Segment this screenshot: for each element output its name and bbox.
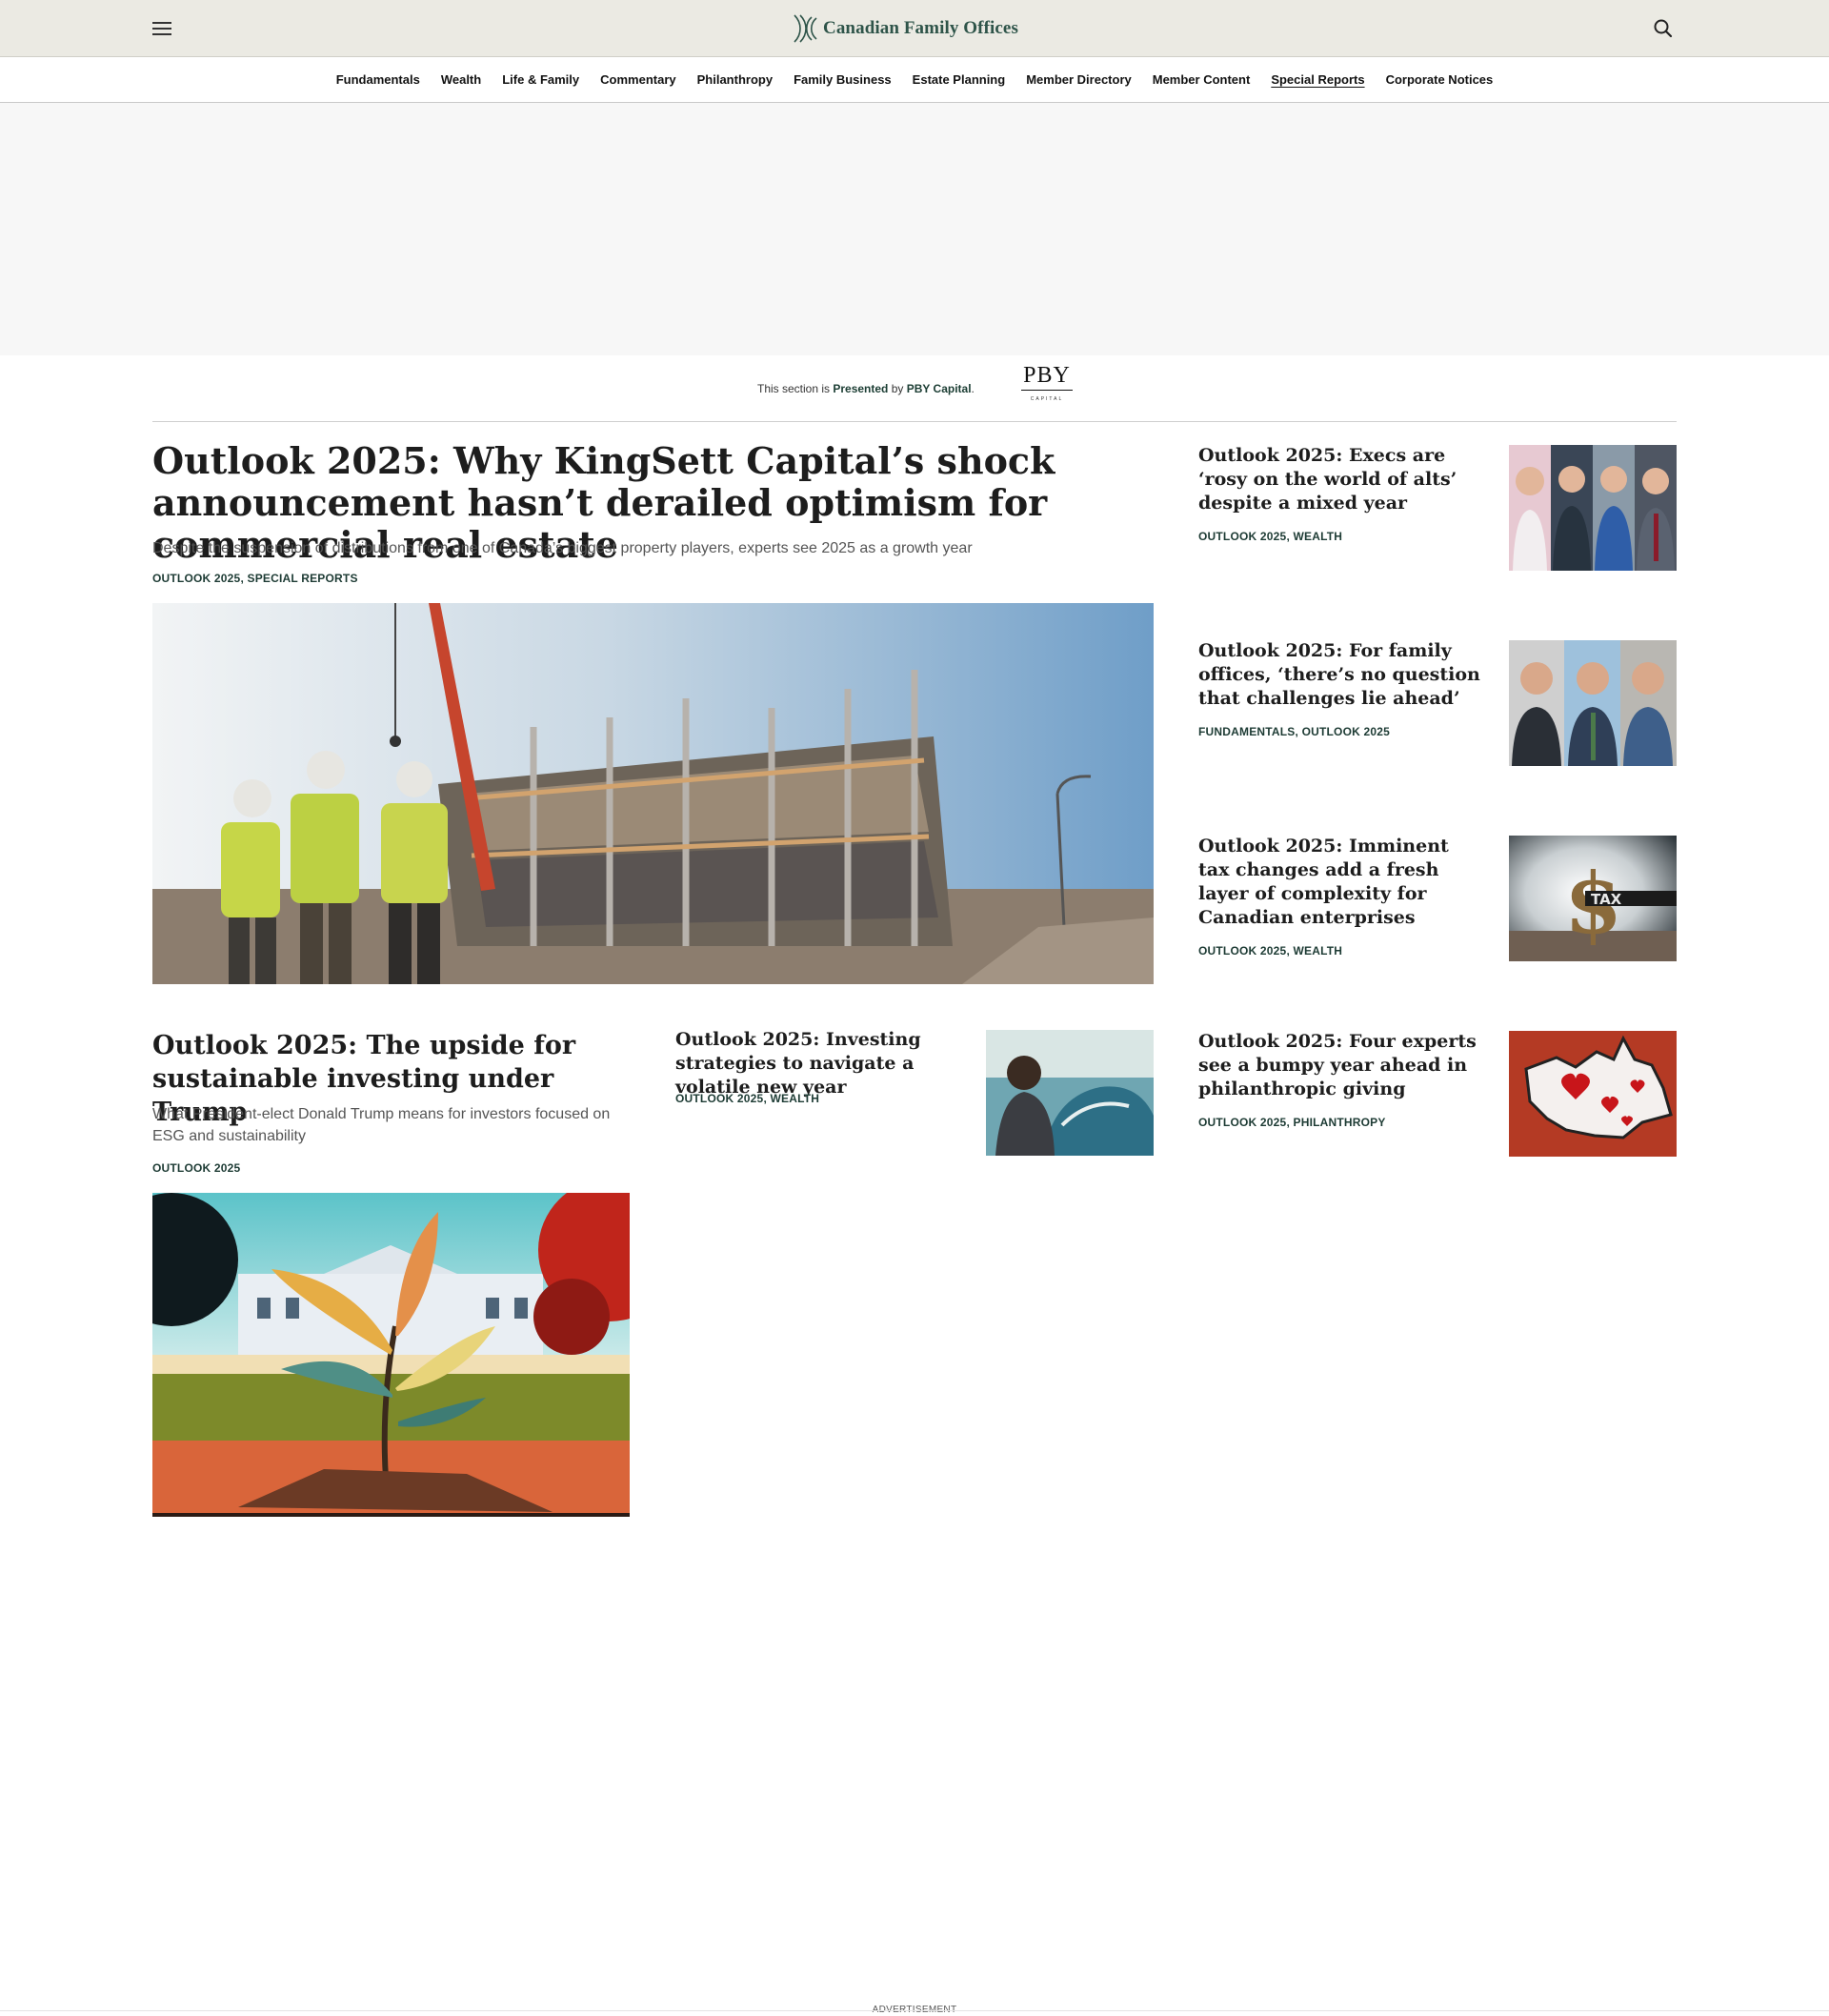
tag-link[interactable]: OUTLOOK 2025: [152, 572, 240, 585]
nav-item-philanthropy[interactable]: Philanthropy: [697, 72, 773, 87]
tag-link[interactable]: WEALTH: [1294, 944, 1343, 958]
side-thumb-three-execs[interactable]: [1509, 640, 1677, 766]
mid-thumb-investor-wave[interactable]: [986, 1030, 1154, 1156]
side-tags-3: OUTLOOK 2025, WEALTH: [1198, 944, 1343, 958]
nav-item-fundamentals[interactable]: Fundamentals: [336, 72, 420, 87]
side-thumb-canada-hearts[interactable]: [1509, 1031, 1677, 1157]
tag-link[interactable]: OUTLOOK 2025: [675, 1092, 763, 1105]
nav-item-family-business[interactable]: Family Business: [794, 72, 892, 87]
site-header: Canadian Family Offices: [0, 0, 1829, 57]
main-nav: Fundamentals Wealth Life & Family Commen…: [0, 57, 1829, 103]
side-headline-4[interactable]: Outlook 2025: Four experts see a bumpy y…: [1198, 1030, 1484, 1101]
sponsor-presented: Presented: [833, 382, 889, 395]
mid-headline[interactable]: Outlook 2025: Investing strategies to na…: [675, 1028, 961, 1099]
sponsor-bar: This section is Presented by PBY Capital…: [152, 355, 1677, 422]
second-tags: OUTLOOK 2025: [152, 1161, 240, 1175]
sponsor-name-link[interactable]: PBY Capital: [907, 382, 972, 395]
site-name: Canadian Family Offices: [823, 18, 1018, 38]
sponsor-by: by: [888, 382, 907, 395]
nav-item-member-content[interactable]: Member Content: [1153, 72, 1251, 87]
side-headline-2[interactable]: Outlook 2025: For family offices, ‘there…: [1198, 639, 1484, 711]
lead-tags: OUTLOOK 2025, SPECIAL REPORTS: [152, 572, 358, 585]
tag-link[interactable]: FUNDAMENTALS: [1198, 725, 1296, 738]
tag-link[interactable]: PHILANTHROPY: [1294, 1116, 1386, 1129]
side-headline-3[interactable]: Outlook 2025: Imminent tax changes add a…: [1198, 835, 1484, 930]
side-tags-2: FUNDAMENTALS, OUTLOOK 2025: [1198, 725, 1391, 738]
logo-mark-icon: [794, 14, 817, 43]
lead-dek: Despite the suspension of distributions …: [152, 540, 973, 556]
nav-item-commentary[interactable]: Commentary: [600, 72, 675, 87]
side-thumb-tax-dollar[interactable]: $ TAX: [1509, 836, 1677, 961]
tag-link[interactable]: OUTLOOK 2025: [152, 1161, 240, 1175]
side-headline-1[interactable]: Outlook 2025: Execs are ‘rosy on the wor…: [1198, 444, 1484, 515]
nav-item-wealth[interactable]: Wealth: [441, 72, 481, 87]
tag-link[interactable]: WEALTH: [1294, 530, 1343, 543]
sponsor-prefix: This section is: [757, 382, 834, 395]
site-logo[interactable]: Canadian Family Offices: [791, 13, 1018, 44]
top-ad-slot: [0, 103, 1829, 355]
tag-link[interactable]: OUTLOOK 2025: [1198, 530, 1286, 543]
search-icon[interactable]: [1652, 17, 1675, 40]
nav-item-corporate-notices[interactable]: Corporate Notices: [1386, 72, 1494, 87]
tag-link[interactable]: SPECIAL REPORTS: [248, 572, 358, 585]
side-thumb-four-execs[interactable]: [1509, 445, 1677, 571]
tag-link[interactable]: OUTLOOK 2025: [1198, 944, 1286, 958]
nav-item-member-directory[interactable]: Member Directory: [1026, 72, 1132, 87]
nav-item-special-reports[interactable]: Special Reports: [1271, 72, 1364, 87]
lead-image-construction[interactable]: [152, 603, 1154, 984]
tag-link[interactable]: WEALTH: [771, 1092, 820, 1105]
second-image-plant[interactable]: [152, 1193, 630, 1517]
sponsor-logo-word: PBY: [1023, 363, 1071, 388]
sponsor-logo[interactable]: PBY CAPITAL: [1019, 364, 1075, 413]
tag-link[interactable]: OUTLOOK 2025: [1198, 1116, 1286, 1129]
ad-divider: [0, 2010, 1829, 2011]
tag-link[interactable]: OUTLOOK 2025: [1302, 725, 1390, 738]
mid-tags: OUTLOOK 2025, WEALTH: [675, 1092, 820, 1105]
hamburger-menu-icon[interactable]: [151, 19, 173, 38]
tax-word: TAX: [1591, 891, 1622, 908]
nav-item-estate-planning[interactable]: Estate Planning: [913, 72, 1006, 87]
side-tags-1: OUTLOOK 2025, WEALTH: [1198, 530, 1343, 543]
sponsor-suffix: .: [971, 382, 975, 395]
second-dek: What President-elect Donald Trump means …: [152, 1106, 611, 1144]
nav-item-life-family[interactable]: Life & Family: [502, 72, 579, 87]
side-tags-4: OUTLOOK 2025, PHILANTHROPY: [1198, 1116, 1386, 1129]
sponsor-text: This section is Presented by PBY Capital…: [757, 382, 975, 395]
sponsor-logo-sub: CAPITAL: [1030, 396, 1064, 402]
